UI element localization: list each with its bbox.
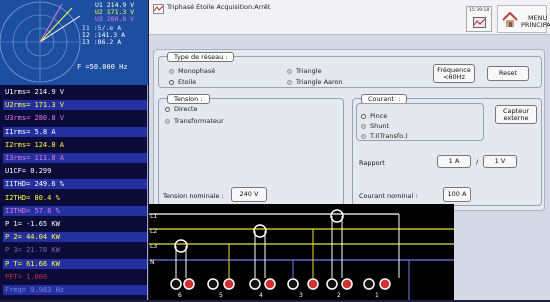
line-label-l2: L2 <box>150 228 157 235</box>
phasor-u3: U3 280.8 V <box>95 15 135 23</box>
measurement-row: U3rms= 280.8 V <box>3 113 147 124</box>
network-type-title: Type de réseau : <box>167 52 235 62</box>
measurement-row: I1rms= 5.8 A <box>3 126 147 137</box>
current-nominal-label: Courant nominal : <box>359 192 418 200</box>
phasor-i3: I3 :86.2 A <box>82 38 122 46</box>
radio-etoile[interactable]: Etoile <box>169 78 196 86</box>
measurement-row: Freq= 9.983 Hz <box>3 285 147 295</box>
acquisition-status: Triphasé Etoile Acquisition:Arrêt <box>167 3 271 11</box>
main-menu-label: MENU PRINCIPAL <box>521 14 550 29</box>
scope-icon <box>473 17 486 28</box>
radio-transformer[interactable]: Transformateur <box>165 117 224 125</box>
line-label-l3: L3 <box>150 243 157 250</box>
radio-direct[interactable]: Directe <box>165 105 197 113</box>
clock-time: 15:39:18 <box>469 8 490 13</box>
line-label-n: N <box>150 259 155 266</box>
terminal-label-4: 4 <box>259 292 263 299</box>
voltage-nominal-field[interactable]: 240 V <box>231 187 267 202</box>
radio-shunt[interactable]: Shunt <box>361 122 389 130</box>
voltage-title: Tension : <box>167 94 210 104</box>
main-menu-button[interactable]: MENU PRINCIPAL <box>497 5 550 33</box>
terminal-label-6: 6 <box>178 292 182 299</box>
ratio-b-field[interactable]: 1 V <box>483 155 517 168</box>
measurement-row: PFT= 1.000 <box>3 271 147 282</box>
clamp-2-icon <box>253 224 267 238</box>
terminal-label-1: 1 <box>375 292 379 299</box>
configuration-area: Triphasé Etoile Acquisition:Arrêt 15:39:… <box>149 0 550 300</box>
radio-triangle-aaron[interactable]: Triangle Aaron <box>287 78 343 86</box>
phasor-diagram: U1 214.9 V U2 171.3 V U3 280.8 V I1 :5/.… <box>0 0 148 85</box>
wiring-diagram: L1 L2 L3 N 6 5 4 3 2 1 <box>149 204 454 300</box>
measurement-sidebar: U1 214.9 V U2 171.3 V U3 280.8 V I1 :5/.… <box>0 0 148 300</box>
current-group: Courant : Pince Shunt T.I(Transfo.) Capt… <box>352 94 542 206</box>
ratio-separator: / <box>476 158 479 166</box>
terminal-label-3: 3 <box>299 292 303 299</box>
terminal-label-2: 2 <box>337 292 341 299</box>
home-icon <box>502 12 518 27</box>
clock-button[interactable]: 15:39:18 <box>466 6 492 32</box>
measurement-row: I2rms= 124.8 A <box>3 139 147 150</box>
ratio-a-field[interactable]: 1 A <box>437 155 471 168</box>
measurement-row: P 3= 21.78 KW <box>3 245 147 256</box>
measurement-row: I1THD= 249.6 % <box>3 179 147 190</box>
clamp-3-icon <box>174 239 188 253</box>
clamp-1-icon <box>330 209 344 223</box>
network-type-group: Type de réseau : Monophasé Etoile Triang… <box>158 52 542 88</box>
oscilloscope-icon[interactable] <box>153 4 164 14</box>
radio-monophase[interactable]: Monophasé <box>169 67 215 75</box>
measurement-row: U1rms= 214.9 V <box>3 87 147 97</box>
measurement-row: P 2= 44.04 KW <box>3 232 147 243</box>
voltage-group: Tension : Directe Transformateur Tension… <box>158 94 344 206</box>
phasor-frequency: F =50.000 Hz <box>77 63 128 71</box>
terminals <box>170 278 391 290</box>
radio-triangle[interactable]: Triangle <box>287 67 322 75</box>
measurement-row: I2THD= 80.4 % <box>3 192 147 203</box>
line-label-l1: L1 <box>150 213 157 220</box>
measurement-row: U2rms= 171.3 V <box>3 100 147 111</box>
frequency-button[interactable]: Fréquence <60Hz <box>433 64 475 83</box>
ratio-label: Rapport <box>359 159 385 167</box>
measurement-row: I3rms= 111.8 A <box>3 153 147 163</box>
measurement-row: P T= 61.66 KW <box>3 258 147 269</box>
radio-clamp[interactable]: Pince <box>361 112 387 120</box>
reset-button[interactable]: Reset <box>487 66 529 81</box>
terminal-label-5: 5 <box>219 292 223 299</box>
measurement-row: I3THD= 57.8 % <box>3 205 147 216</box>
radio-ct[interactable]: T.I(Transfo.) <box>361 132 408 140</box>
current-nominal-field[interactable]: 100 A <box>443 187 471 202</box>
top-bar: Triphasé Etoile Acquisition:Arrêt 15:39:… <box>149 0 550 35</box>
measurement-row: P 1= -1.65 KW <box>3 219 147 229</box>
measurement-row: U1CF= 0.299 <box>3 166 147 177</box>
configuration-panel: Type de réseau : Monophasé Etoile Triang… <box>153 49 545 211</box>
voltage-nominal-label: Tension nominale : <box>163 192 224 200</box>
external-sensor-button[interactable]: Capteur externe <box>495 105 537 124</box>
sensor-type-box: Pince Shunt T.I(Transfo.) <box>356 103 484 141</box>
